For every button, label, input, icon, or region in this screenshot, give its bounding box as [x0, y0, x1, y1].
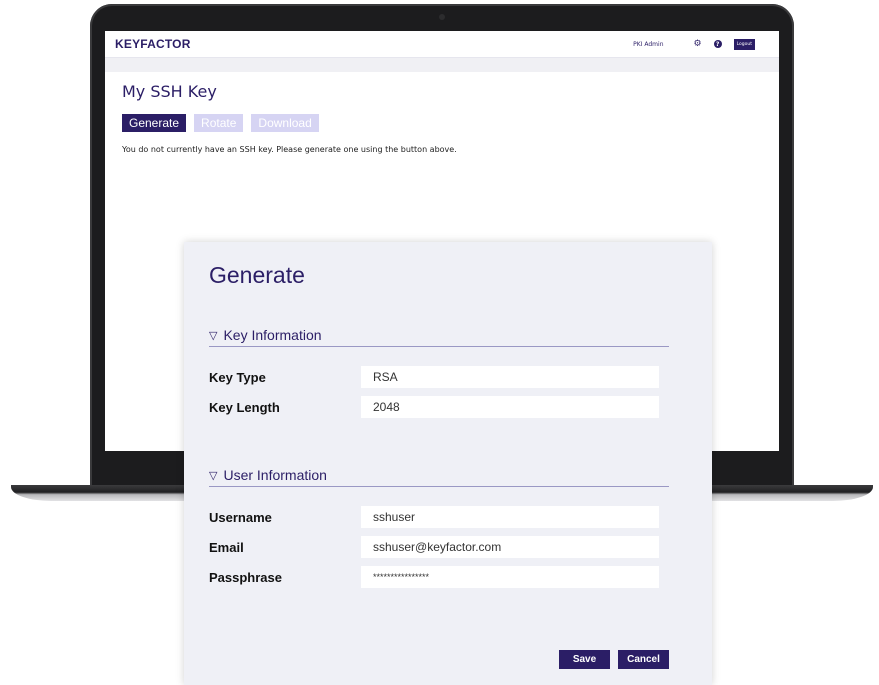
- key-information-section[interactable]: ▽ Key Information: [209, 324, 669, 347]
- page-title: My SSH Key: [122, 82, 217, 101]
- user-information-section[interactable]: ▽ User Information: [209, 464, 669, 487]
- gear-icon[interactable]: ⚙: [694, 39, 702, 49]
- user-name[interactable]: PKI Admin: [633, 41, 663, 48]
- passphrase-field[interactable]: ****************: [361, 566, 659, 588]
- dialog-title: Generate: [209, 262, 305, 288]
- key-type-label: Key Type: [209, 370, 266, 385]
- header-actions: PKI Admin ⚙ ? Logout: [633, 38, 769, 50]
- username-field[interactable]: sshuser: [361, 506, 659, 528]
- passphrase-label: Passphrase: [209, 570, 282, 585]
- key-type-field[interactable]: RSA: [361, 366, 659, 388]
- app-header: KEYFACTOR PKI Admin ⚙ ? Logout: [105, 31, 779, 58]
- download-button[interactable]: Download: [251, 114, 319, 132]
- email-field[interactable]: sshuser@keyfactor.com: [361, 536, 659, 558]
- keyfactor-logo[interactable]: KEYFACTOR: [115, 37, 191, 51]
- sub-bar: [105, 58, 779, 72]
- chevron-down-icon[interactable]: ▽: [209, 329, 217, 342]
- logout-button[interactable]: Logout: [733, 38, 755, 50]
- camera-dot: [439, 14, 445, 20]
- save-button[interactable]: Save: [559, 650, 610, 669]
- key-length-field[interactable]: 2048: [361, 396, 659, 418]
- generate-dialog: Generate ▽ Key Information Key Type RSA …: [184, 242, 712, 685]
- generate-button[interactable]: Generate: [122, 114, 187, 132]
- rotate-button[interactable]: Rotate: [194, 114, 244, 132]
- chevron-down-icon[interactable]: ▽: [209, 469, 217, 482]
- email-label: Email: [209, 540, 244, 555]
- key-actions: Generate Rotate Download: [122, 114, 779, 132]
- section-heading: Key Information: [223, 327, 322, 343]
- cancel-button[interactable]: Cancel: [618, 650, 669, 669]
- section-heading: User Information: [223, 467, 327, 483]
- no-key-message: You do not currently have an SSH key. Pl…: [122, 145, 457, 154]
- key-length-label: Key Length: [209, 400, 280, 415]
- help-icon[interactable]: ?: [713, 40, 722, 48]
- username-label: Username: [209, 510, 272, 525]
